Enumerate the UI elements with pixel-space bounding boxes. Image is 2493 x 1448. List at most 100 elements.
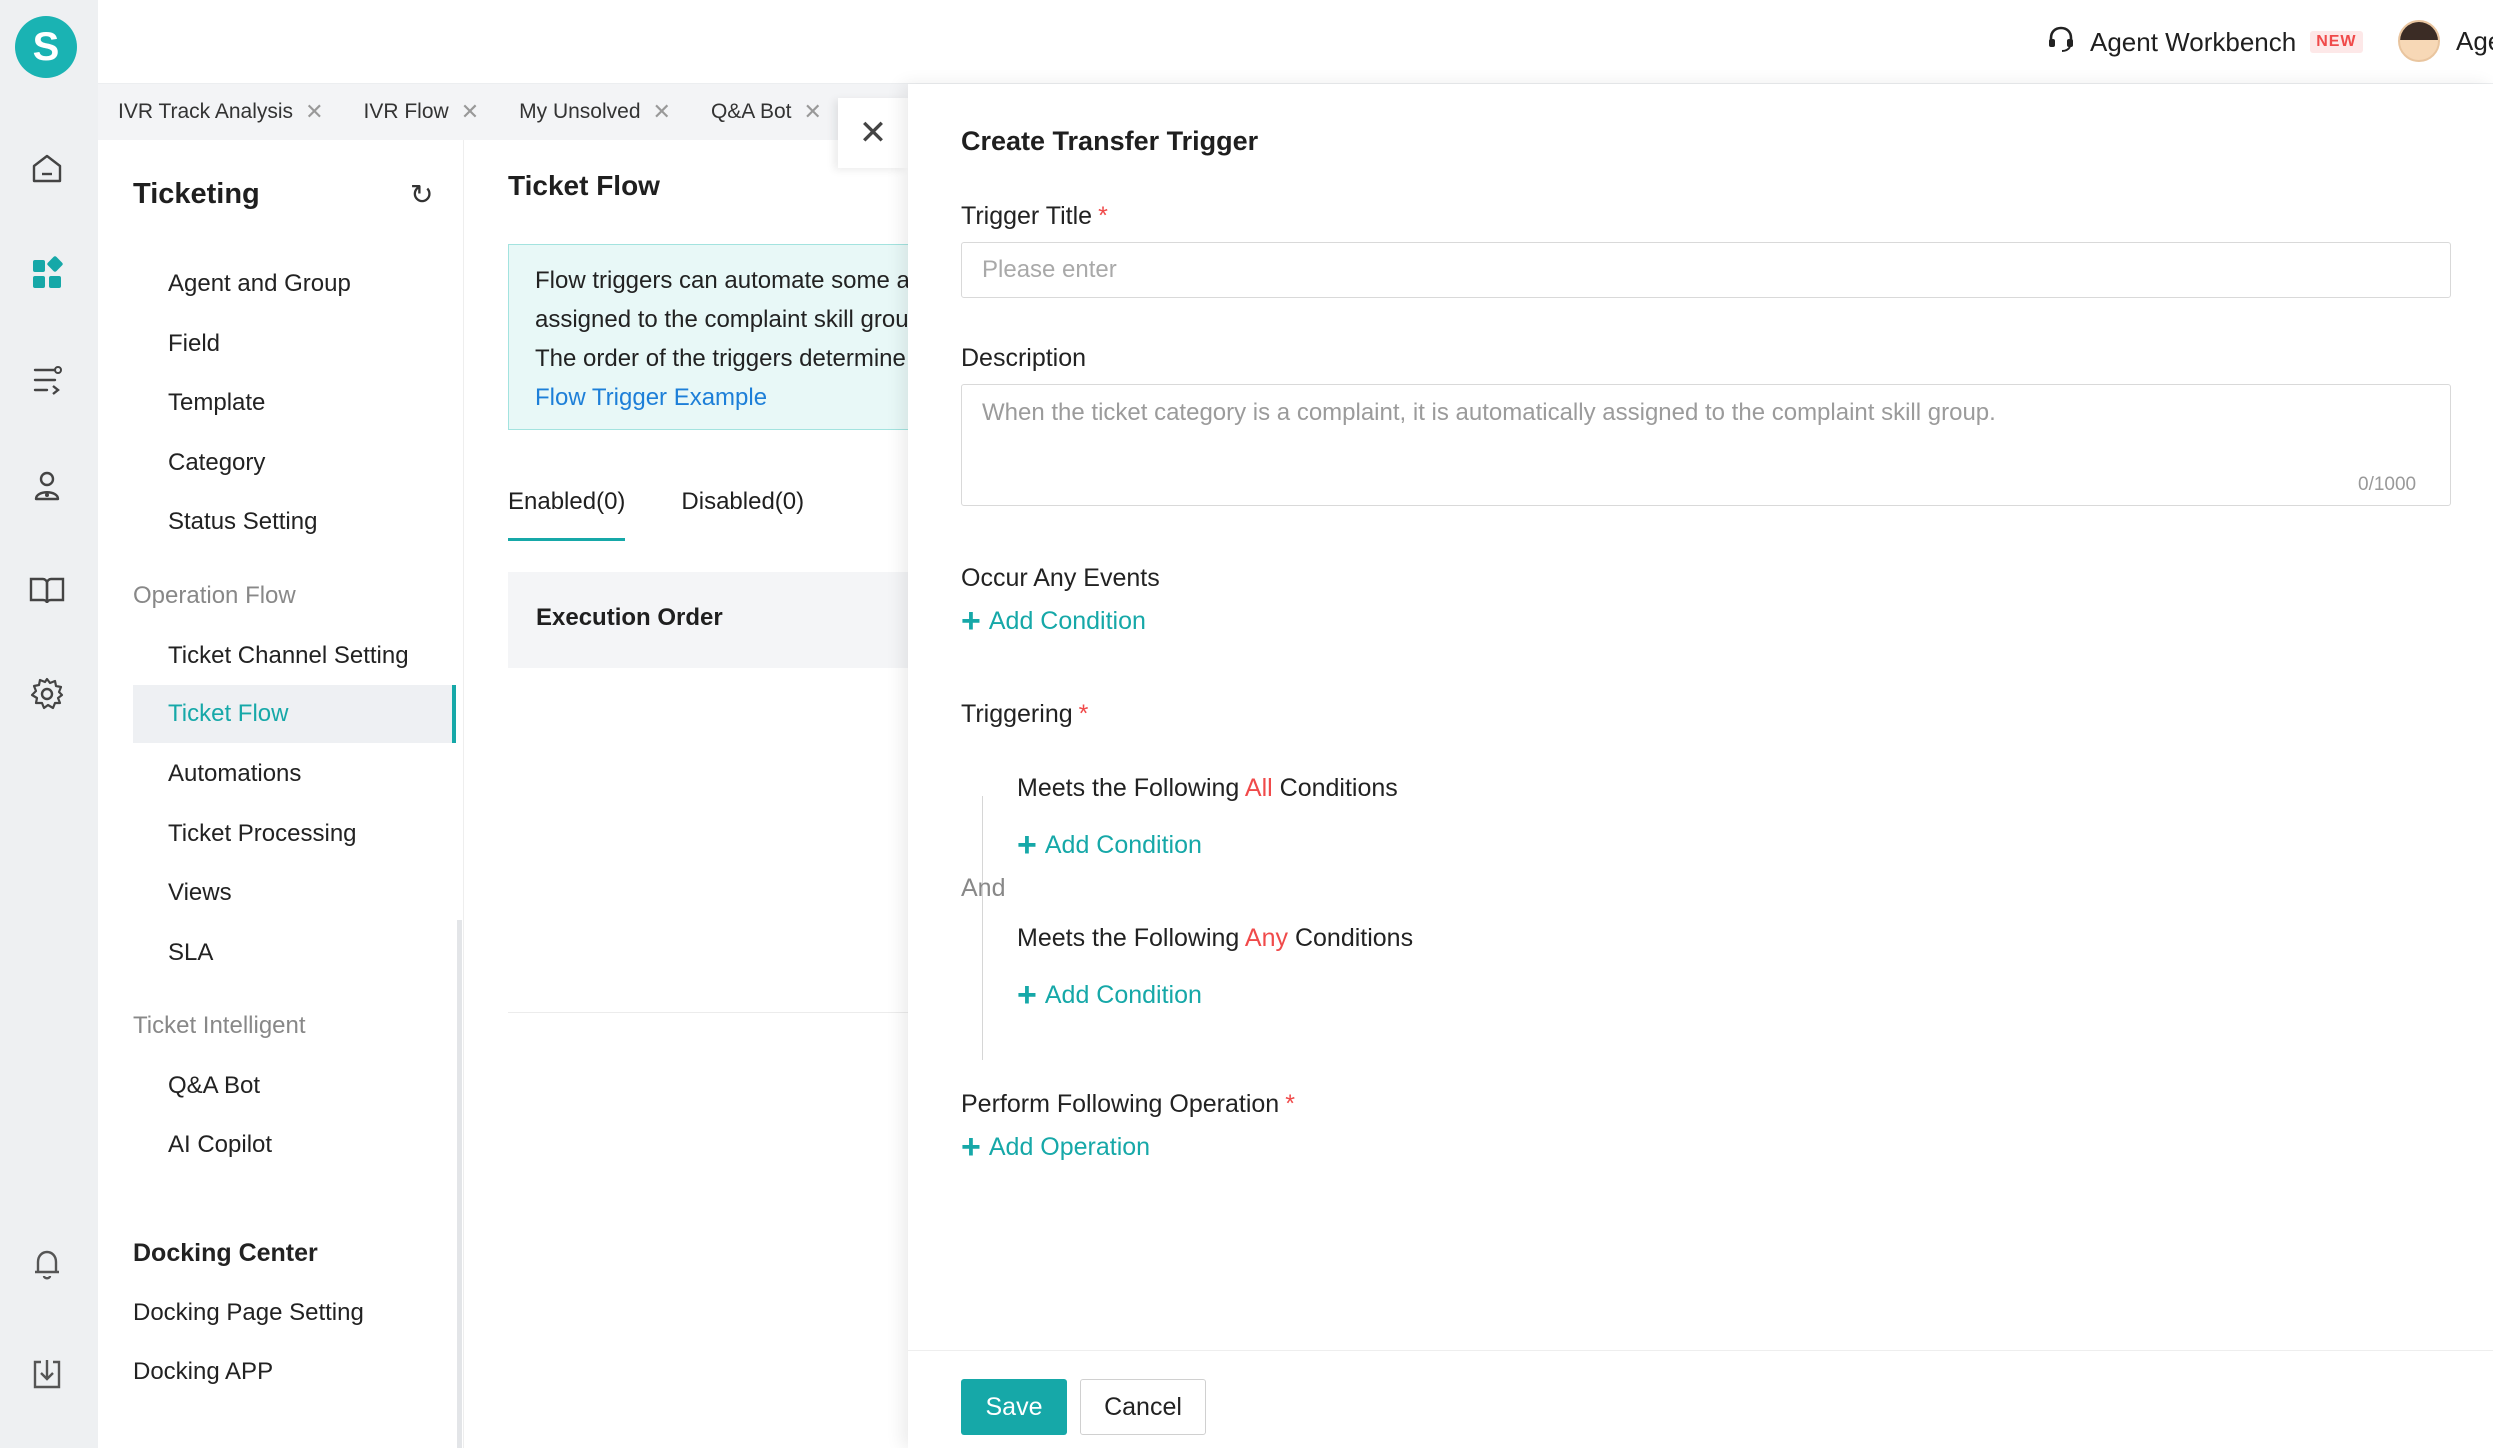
user-icon[interactable] xyxy=(27,466,67,506)
sidebar-scrollbar[interactable] xyxy=(457,920,462,1448)
tab-disabled[interactable]: Disabled(0) xyxy=(681,488,804,541)
trigger-title-input[interactable] xyxy=(961,242,2451,298)
flow-trigger-example-link[interactable]: Flow Trigger Example xyxy=(535,378,910,417)
trigger-status-tabs: Enabled(0) Disabled(0) xyxy=(508,488,804,541)
apps-icon[interactable] xyxy=(27,254,67,294)
tab-my-unsolved[interactable]: My Unsolved ✕ xyxy=(499,84,691,140)
meets-prefix: Meets the Following xyxy=(1017,924,1240,952)
tab-enabled[interactable]: Enabled(0) xyxy=(508,488,626,541)
plus-icon: + xyxy=(961,602,981,640)
occur-any-events-label: Occur Any Events xyxy=(961,564,1160,592)
plus-icon: + xyxy=(961,1128,981,1166)
page-title: Ticket Flow xyxy=(508,170,660,201)
tab-ivr-track-analysis[interactable]: IVR Track Analysis ✕ xyxy=(98,84,344,140)
sidebar-item-category[interactable]: Category xyxy=(168,449,265,477)
sidebar-item-views[interactable]: Views xyxy=(168,879,232,907)
plus-icon: + xyxy=(1017,826,1037,864)
tab-ivr-flow[interactable]: IVR Flow ✕ xyxy=(344,84,500,140)
label-text: Perform Following Operation xyxy=(961,1090,1280,1118)
add-operation-button[interactable]: + Add Operation xyxy=(961,1130,1150,1164)
perform-operation-label: Perform Following Operation * xyxy=(961,1090,1295,1119)
sidebar-item-ticket-flow[interactable]: Ticket Flow xyxy=(133,685,456,743)
sidebar-item-automations[interactable]: Automations xyxy=(168,760,301,788)
bell-icon[interactable] xyxy=(27,1244,67,1284)
sidebar-item-qa-bot[interactable]: Q&A Bot xyxy=(168,1072,260,1100)
tab-label: IVR Flow xyxy=(363,100,449,123)
headset-icon xyxy=(2046,24,2076,61)
any-conditions-heading: Meets the Following Any Conditions xyxy=(1017,924,1413,953)
app-logo[interactable]: S xyxy=(15,16,77,78)
info-line: assigned to the complaint skill grou xyxy=(535,306,909,333)
close-icon[interactable]: ✕ xyxy=(461,99,479,125)
sidebar-item-ai-copilot[interactable]: AI Copilot xyxy=(168,1131,272,1159)
add-condition-label: Add Condition xyxy=(1044,830,1202,859)
conditions-suffix: Conditions xyxy=(1279,774,1398,802)
sidebar-item-docking-app[interactable]: Docking APP xyxy=(133,1358,273,1386)
drawer-close-button[interactable]: ✕ xyxy=(838,98,908,168)
home-icon[interactable] xyxy=(27,148,67,188)
ticketing-sidebar: Ticketing ↻ Agent and Group Field Templa… xyxy=(98,140,464,1448)
agent-workbench-link[interactable]: Agent Workbench NEW xyxy=(2046,22,2363,62)
add-event-condition-button[interactable]: + Add Condition xyxy=(961,604,1146,638)
sidebar-title: Ticketing xyxy=(133,178,260,210)
sidebar-item-ticket-processing[interactable]: Ticket Processing xyxy=(168,820,357,848)
drawer-title: Create Transfer Trigger xyxy=(961,126,1259,156)
add-all-condition-button[interactable]: + Add Condition xyxy=(1017,828,1202,862)
refresh-icon[interactable]: ↻ xyxy=(410,178,433,211)
triggering-label: Triggering * xyxy=(961,700,1088,729)
icon-rail: S xyxy=(0,0,98,1448)
create-trigger-drawer: Create Transfer Trigger Trigger Title* D… xyxy=(908,84,2493,1448)
sidebar-docking-title: Docking Center xyxy=(133,1239,318,1267)
page-tabs: IVR Track Analysis ✕ IVR Flow ✕ My Unsol… xyxy=(98,84,908,140)
meets-prefix: Meets the Following xyxy=(1017,774,1240,802)
and-connector: And xyxy=(961,874,1006,902)
condition-bracket xyxy=(982,914,996,1060)
description-textarea[interactable] xyxy=(961,384,2451,506)
required-mark: * xyxy=(1078,700,1089,728)
required-mark: * xyxy=(1285,1090,1295,1118)
sidebar-item-label: Ticket Flow xyxy=(168,700,289,727)
sidebar-item-docking-page-setting[interactable]: Docking Page Setting xyxy=(133,1299,364,1327)
conditions-suffix: Conditions xyxy=(1294,924,1414,952)
tab-label: IVR Track Analysis xyxy=(118,100,294,123)
download-icon[interactable] xyxy=(27,1354,67,1394)
tab-label: My Unsolved xyxy=(519,100,641,123)
close-icon: ✕ xyxy=(858,114,888,152)
top-bar: Agent Workbench NEW Agent ▼ xyxy=(98,0,2493,84)
sidebar-group-ticket-intelligent: Ticket Intelligent xyxy=(133,1012,306,1039)
tab-qa-bot[interactable]: Q&A Bot ✕ xyxy=(691,84,842,140)
divider xyxy=(508,1012,910,1013)
sidebar-item-status-setting[interactable]: Status Setting xyxy=(168,508,317,536)
sidebar-item-field[interactable]: Field xyxy=(168,330,220,358)
book-icon[interactable] xyxy=(27,570,67,610)
add-operation-label: Add Operation xyxy=(988,1132,1151,1161)
save-button[interactable]: Save xyxy=(961,1379,1067,1435)
close-icon[interactable]: ✕ xyxy=(653,99,671,125)
workbench-label: Agent Workbench xyxy=(2090,26,2297,57)
info-banner: Flow triggers can automate some a assign… xyxy=(508,244,910,430)
cancel-button[interactable]: Cancel xyxy=(1080,1379,1206,1435)
sidebar-item-sla[interactable]: SLA xyxy=(168,939,213,967)
sidebar-item-ticket-channel-setting[interactable]: Ticket Channel Setting xyxy=(168,642,409,670)
tab-label: Q&A Bot xyxy=(710,100,792,123)
add-condition-label: Add Condition xyxy=(988,606,1146,635)
label-text: Triggering xyxy=(961,700,1073,728)
label-text: Trigger Title xyxy=(961,202,1093,230)
close-icon[interactable]: ✕ xyxy=(804,99,822,125)
ticket-flow-page: Ticket Flow Flow triggers can automate s… xyxy=(464,140,910,1448)
close-icon[interactable]: ✕ xyxy=(305,99,323,125)
sidebar-item-agent-and-group[interactable]: Agent and Group xyxy=(168,270,351,298)
flow-icon[interactable] xyxy=(27,360,67,400)
user-menu[interactable]: Agent ▼ xyxy=(2398,18,2493,64)
add-any-condition-button[interactable]: + Add Condition xyxy=(1017,978,1202,1012)
description-counter: 0/1000 xyxy=(2358,474,2417,495)
table-header-execution-order: Execution Order xyxy=(508,572,910,668)
required-mark: * xyxy=(1098,202,1108,230)
description-label: Description xyxy=(961,344,1087,372)
sidebar-item-template[interactable]: Template xyxy=(168,389,265,417)
all-keyword: All xyxy=(1244,774,1273,802)
trigger-title-label: Trigger Title * xyxy=(961,202,1108,231)
info-line: The order of the triggers determine xyxy=(535,345,906,372)
user-name: Agent xyxy=(2456,25,2493,56)
gear-icon[interactable] xyxy=(27,674,67,714)
